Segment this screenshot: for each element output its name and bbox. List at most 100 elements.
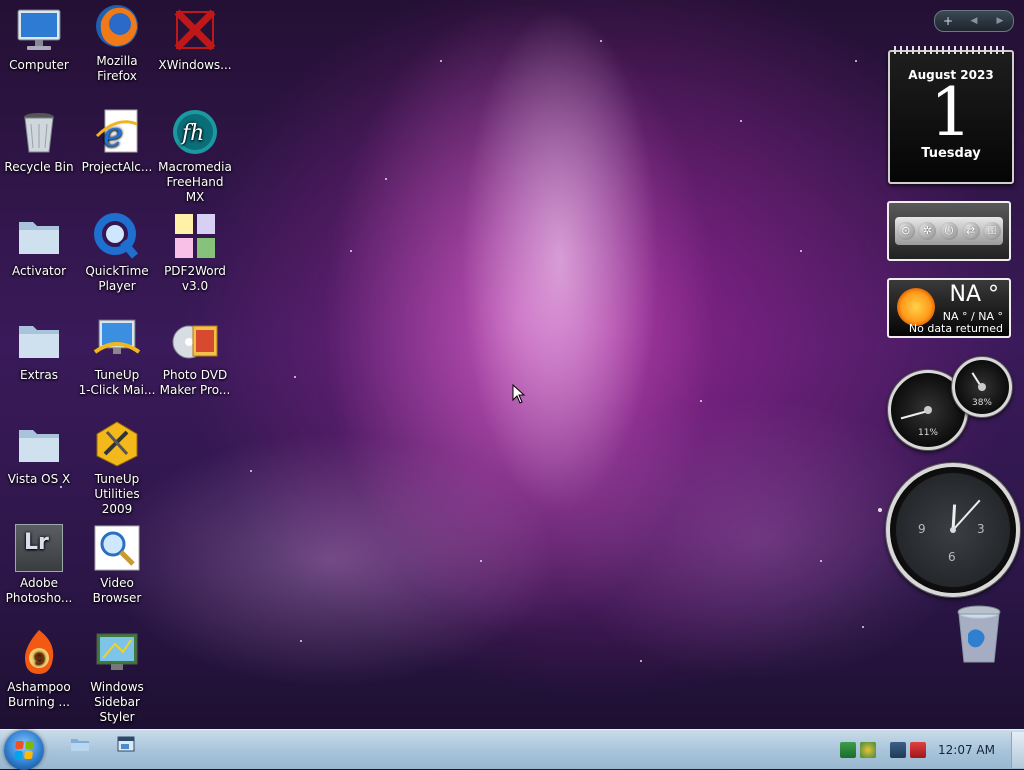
calendar-gadget[interactable]: August 2023 1 Tuesday	[888, 46, 1014, 184]
desktop-icon-pdf2word[interactable]: PDF2Word v3.0	[156, 212, 234, 294]
recycle-bin-icon	[15, 108, 63, 156]
svg-text:9: 9	[34, 649, 45, 668]
folder-icon	[15, 212, 63, 260]
desktop-icon-extras[interactable]: Extras	[0, 316, 78, 383]
volume-muted-icon[interactable]	[910, 741, 927, 758]
cpu-percent: 11%	[917, 428, 938, 438]
photo-dvd-icon	[171, 316, 219, 364]
network-icon[interactable]	[840, 741, 857, 758]
lightroom-icon-letters: Lr	[24, 530, 49, 555]
lock-icon[interactable]: ⊙	[896, 222, 915, 240]
mouse-cursor	[512, 383, 526, 408]
quicklaunch-explorer-icon[interactable]	[70, 736, 92, 754]
quicklaunch-window-icon[interactable]	[117, 736, 139, 754]
sleep-icon[interactable]: ✲	[918, 222, 937, 240]
desktop-icon-label: Computer	[9, 58, 69, 72]
desktop-icon-vista-osx[interactable]: Vista OS X	[0, 420, 78, 487]
recycle-bin-gadget-icon	[957, 605, 1001, 663]
sidebar-controls: + ◀ ▶	[934, 10, 1014, 32]
cpu-hub	[924, 406, 932, 414]
taskbar: 12:07 AM	[0, 729, 1024, 770]
desktop-icon-ashampoo[interactable]: 9 Ashampoo Burning ...	[0, 628, 78, 710]
security-center-icon[interactable]	[860, 741, 877, 758]
windows-logo-icon	[14, 741, 34, 759]
calendar-rings	[894, 46, 1008, 54]
desktop-icon-label: XWindows...	[158, 58, 232, 72]
clock-numeral-9: 9	[918, 522, 926, 536]
clock-gadget[interactable]: 9 3 6	[886, 463, 1020, 597]
tuneup-monitor-icon	[93, 316, 141, 364]
desktop-icon-firefox[interactable]: Mozilla Firefox	[78, 2, 156, 84]
firefox-icon	[93, 2, 141, 50]
previous-gadget-page-button[interactable]: ◀	[961, 16, 987, 26]
desktop-icon-xwindows[interactable]: XWindows...	[156, 6, 234, 73]
clock-numeral-6: 6	[948, 550, 956, 564]
lightroom-icon: Lr	[15, 524, 63, 572]
memory-hub	[978, 383, 986, 391]
weather-temperature: NA °	[949, 282, 1000, 307]
desktop-icon-recycle-bin[interactable]: Recycle Bin	[0, 108, 78, 175]
switch-user-icon[interactable]: ⇄	[961, 222, 980, 240]
calendar-day: 1	[930, 74, 972, 151]
folder-icon	[15, 316, 63, 364]
clock-hub	[950, 527, 956, 533]
magnifier-icon	[93, 524, 141, 572]
control-bar: ⊙ ✲ ⏻ ⇄ ⚿	[895, 217, 1003, 245]
desktop-icon-label: TuneUp 1-Click Mai...	[78, 368, 156, 397]
network-disconnected-icon[interactable]	[890, 741, 907, 758]
key-icon[interactable]: ⚿	[983, 222, 1002, 240]
sun-icon	[897, 288, 935, 326]
desktop-icon-freehand[interactable]: fh Macromedia FreeHand MX	[156, 108, 234, 205]
ashampoo-flame-icon: 9	[15, 628, 63, 676]
tuneup-utilities-icon	[93, 420, 141, 468]
desktop-icon-projectalc[interactable]: e ProjectAlc...	[78, 108, 156, 175]
recycle-bin-gadget[interactable]	[954, 604, 1004, 664]
desktop-icon-computer[interactable]: Computer	[0, 6, 78, 73]
power-icon[interactable]: ⏻	[939, 222, 958, 240]
desktop-icon-sidebar-styler[interactable]: Windows Sidebar Styler	[78, 628, 156, 725]
desktop-icon-label: Vista OS X	[7, 472, 71, 486]
memory-percent: 38%	[971, 398, 992, 408]
weather-gadget[interactable]: NA ° NA ° / NA ° No data returned	[887, 278, 1011, 338]
desktop-icon-tuneup-utilities[interactable]: TuneUp Utilities 2009	[78, 420, 156, 517]
desktop-icon-activator[interactable]: Activator	[0, 212, 78, 279]
desktop-icon-photo-dvd[interactable]: Photo DVD Maker Pro...	[156, 316, 234, 398]
desktop-icon-label: ProjectAlc...	[81, 160, 153, 174]
desktop-icon-label: Extras	[20, 368, 58, 382]
show-desktop-button[interactable]	[1011, 731, 1024, 768]
taskbar-clock[interactable]: 12:07 AM	[938, 743, 995, 757]
desktop-icon-label: Macromedia FreeHand MX	[158, 160, 232, 204]
freehand-icon: fh	[171, 108, 219, 156]
desktop-icon-label: PDF2Word v3.0	[164, 264, 226, 293]
system-tray: 12:07 AM	[840, 730, 1024, 769]
desktop-icon-label: QuickTime Player	[85, 264, 149, 293]
desktop-icon-label: Activator	[11, 264, 67, 278]
computer-icon	[15, 6, 63, 54]
internet-explorer-icon: e	[93, 108, 141, 156]
next-gadget-page-button[interactable]: ▶	[987, 16, 1013, 26]
start-button[interactable]	[4, 730, 44, 770]
calendar-weekday: Tuesday	[921, 146, 981, 161]
desktop-icon-tuneup-1click[interactable]: TuneUp 1-Click Mai...	[78, 316, 156, 398]
desktop-icon-label: Video Browser	[92, 576, 142, 605]
quicktime-icon	[93, 212, 141, 260]
add-gadget-button[interactable]: +	[935, 14, 961, 28]
desktop-icon-label: TuneUp Utilities 2009	[94, 472, 140, 516]
folder-icon	[15, 420, 63, 468]
svg-text:fh: fh	[180, 121, 204, 146]
desktop-icon-label: Photo DVD Maker Pro...	[159, 368, 231, 397]
desktop-icon-label: Ashampoo Burning ...	[7, 680, 71, 709]
desktop-icon-label: Adobe Photosho...	[5, 576, 73, 605]
desktop-icon-label: Recycle Bin	[4, 160, 74, 174]
xwindows-icon	[171, 6, 219, 54]
desktop-icon-label: Windows Sidebar Styler	[90, 680, 144, 724]
desktop-icon-lightroom[interactable]: Lr Adobe Photosho...	[0, 524, 78, 606]
memory-meter[interactable]: 38%	[952, 357, 1012, 417]
pdf2word-icon	[171, 212, 219, 260]
desktop-icon-video-browser[interactable]: Video Browser	[78, 524, 156, 606]
shutdown-control-gadget: ⊙ ✲ ⏻ ⇄ ⚿	[887, 201, 1011, 261]
sidebar-styler-icon	[93, 628, 141, 676]
clock-numeral-3: 3	[977, 522, 985, 536]
weather-status: No data returned	[908, 322, 1003, 335]
desktop-icon-quicktime[interactable]: QuickTime Player	[78, 212, 156, 294]
